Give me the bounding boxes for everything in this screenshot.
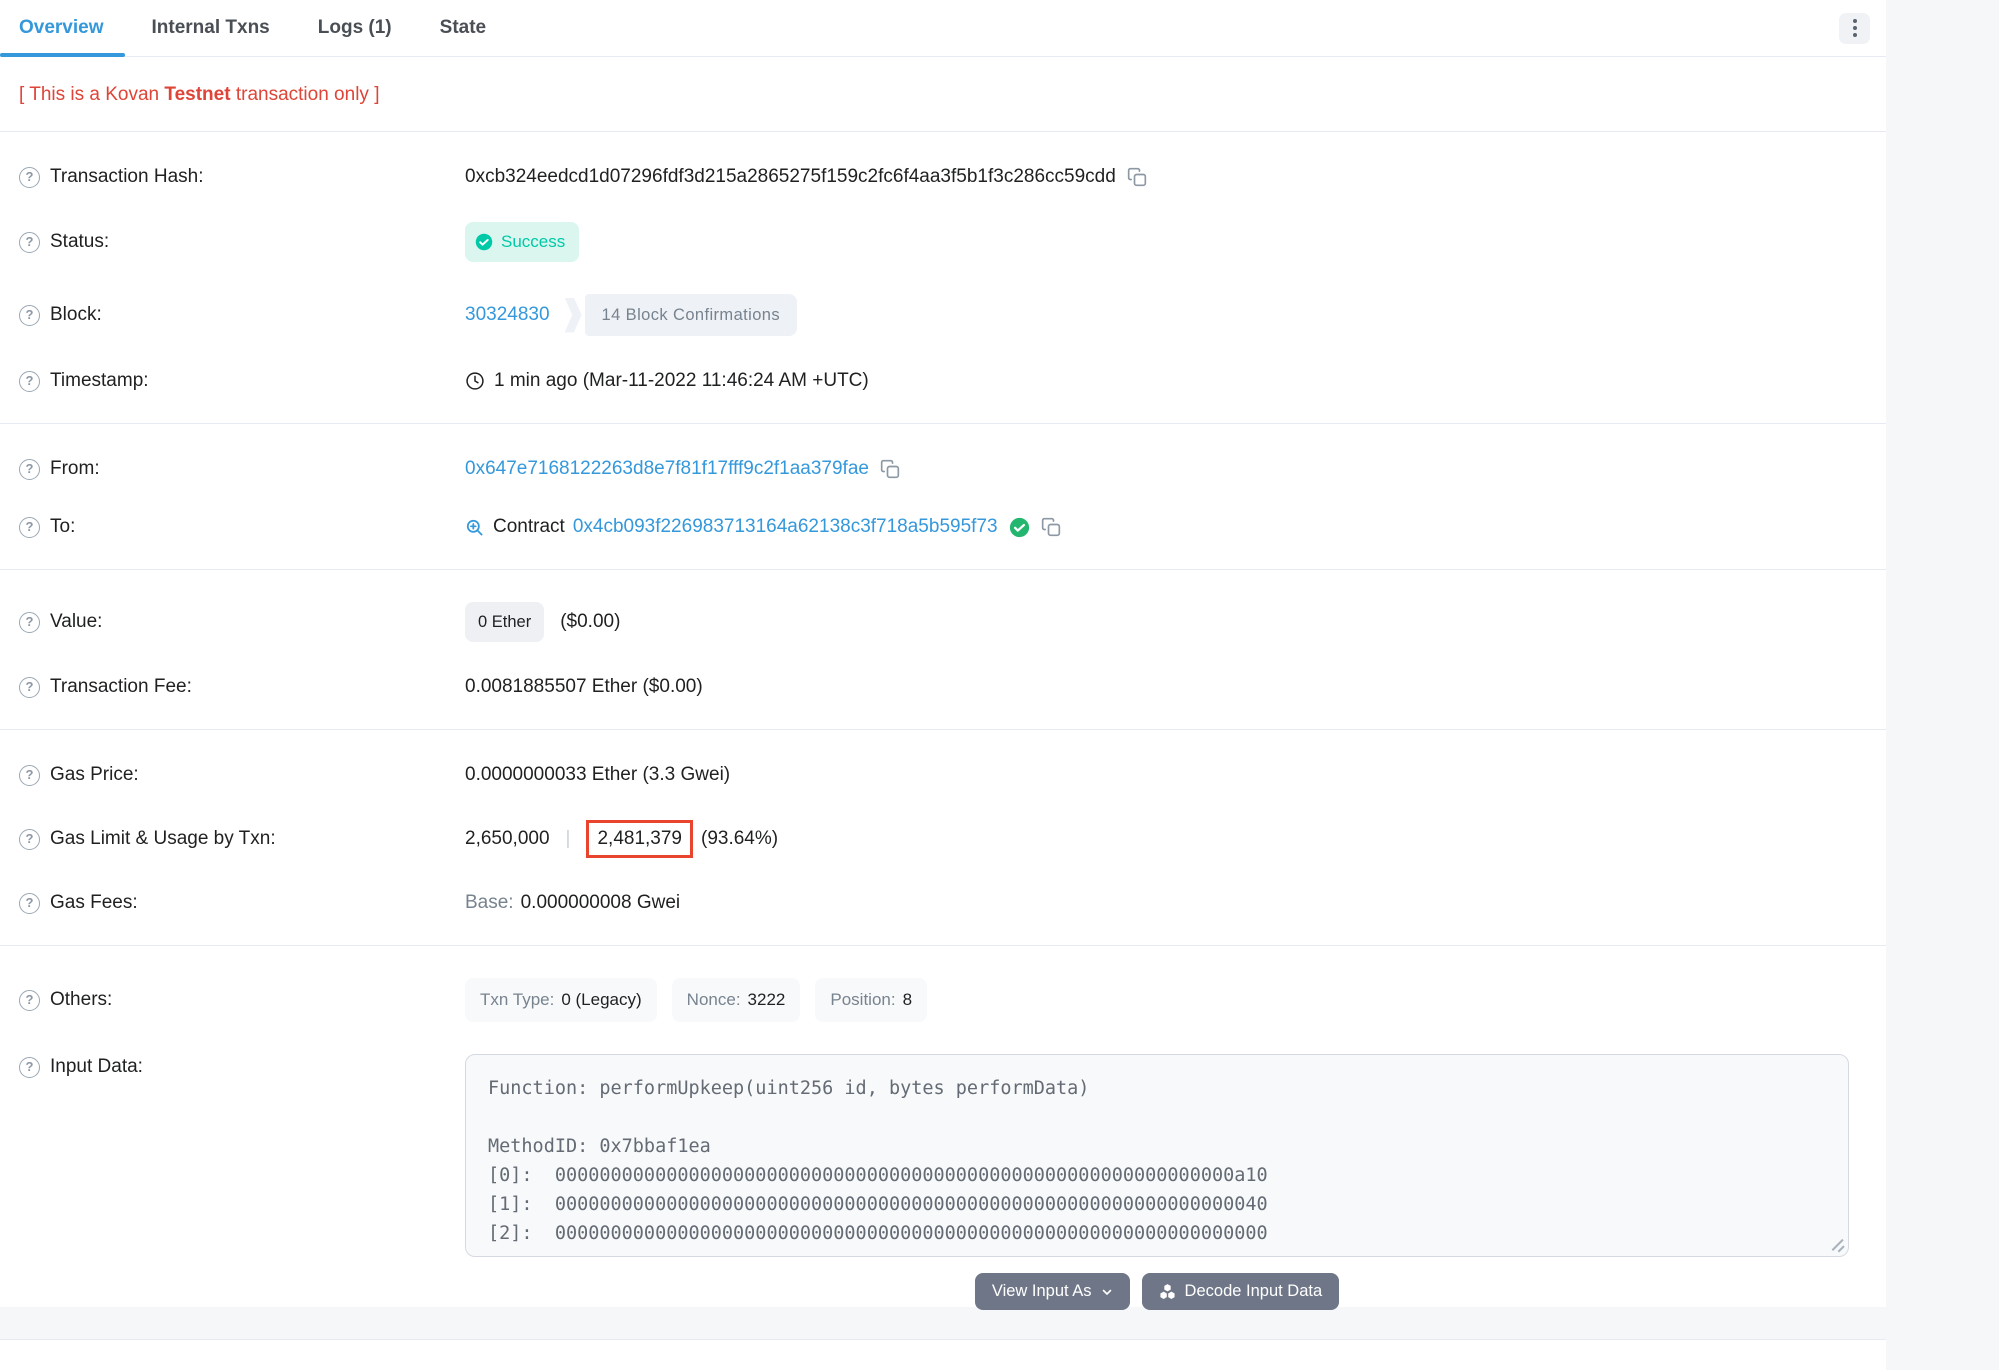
copy-icon[interactable] [1041,517,1061,537]
help-icon[interactable]: ? [19,765,40,786]
section-value: ? Value: 0 Ether ($0.00) ? Transaction F… [0,570,1886,730]
nonce-badge: Nonce: 3222 [672,978,801,1022]
to-contract-word: Contract [493,514,565,540]
timestamp-label: Timestamp: [50,368,149,394]
clock-icon [465,371,485,391]
row-from: ? From: 0x647e7168122263d8e7f81f17fff9c2… [0,440,1886,498]
to-address-link[interactable]: 0x4cb093f226983713164a62138c3f718a5b595f… [573,514,998,540]
chevron-down-icon [1101,1286,1113,1298]
help-icon[interactable]: ? [19,305,40,326]
testnet-warning-suffix: transaction only ] [231,84,380,105]
help-icon[interactable]: ? [19,612,40,633]
row-status: ? Status: Success [0,206,1886,278]
row-gas-limit-usage: ? Gas Limit & Usage by Txn: 2,650,000 | … [0,804,1886,874]
gas-limit-value: 2,650,000 [465,826,550,852]
value-label: Value: [50,609,102,635]
chevron-right-icon [565,298,582,333]
block-label: Block: [50,302,102,328]
decode-input-data-button[interactable]: Decode Input Data [1142,1273,1340,1310]
txn-type-badge: Txn Type: 0 (Legacy) [465,978,657,1022]
tab-internal-txns[interactable]: Internal Txns [131,0,291,56]
gas-separator: | [566,826,571,852]
block-number-link[interactable]: 30324830 [465,302,550,328]
row-gas-fees: ? Gas Fees: Base: 0.000000008 Gwei [0,874,1886,932]
gas-fees-label: Gas Fees: [50,890,138,916]
help-icon[interactable]: ? [19,990,40,1011]
input-data-textarea[interactable]: Function: performUpkeep(uint256 id, byte… [465,1054,1849,1257]
check-circle-icon [475,233,493,251]
copy-icon[interactable] [1127,167,1147,187]
timestamp-value: 1 min ago (Mar-11-2022 11:46:24 AM +UTC) [494,368,869,394]
row-value: ? Value: 0 Ether ($0.00) [0,586,1886,658]
position-badge: Position: 8 [815,978,927,1022]
gas-price-value: 0.0000000033 Ether (3.3 Gwei) [465,762,730,788]
copy-icon[interactable] [880,459,900,479]
kebab-menu-button[interactable] [1839,13,1870,44]
row-transaction-hash: ? Transaction Hash: 0xcb324eedcd1d07296f… [0,148,1886,206]
tab-logs[interactable]: Logs (1) [297,0,413,56]
ether-value-badge: 0 Ether [465,602,544,642]
help-icon[interactable]: ? [19,829,40,850]
testnet-warning-bold: Testnet [164,84,230,105]
from-label: From: [50,456,100,482]
gas-limit-label: Gas Limit & Usage by Txn: [50,826,276,852]
resize-handle[interactable] [1829,1237,1844,1252]
verified-check-icon [1009,517,1030,538]
gas-fees-base-label: Base: [465,890,514,916]
status-value: Success [501,229,565,255]
help-icon[interactable]: ? [19,517,40,538]
help-icon[interactable]: ? [19,1057,40,1078]
to-label: To: [50,514,75,540]
block-confirmations-badge: 14 Block Confirmations [565,294,797,336]
input-data-label: Input Data: [50,1054,143,1080]
tab-state[interactable]: State [419,0,507,56]
testnet-warning: [ This is a Kovan Testnet transaction on… [0,57,1886,132]
testnet-warning-prefix: [ This is a Kovan [19,84,164,105]
row-gas-price: ? Gas Price: 0.0000000033 Ether (3.3 Gwe… [0,746,1886,804]
status-label: Status: [50,229,109,255]
card-bottom-space [0,1340,1886,1370]
from-address-link[interactable]: 0x647e7168122263d8e7f81f17fff9c2f1aa379f… [465,456,869,482]
zoom-in-icon [465,518,484,537]
help-icon[interactable]: ? [19,371,40,392]
input-data-content: Function: performUpkeep(uint256 id, byte… [488,1074,1826,1248]
cubes-icon [1159,1283,1176,1300]
transaction-details-page: { "tabs": { "items": [ { "label": "Overv… [0,0,1999,1307]
value-usd: ($0.00) [560,609,620,635]
row-block: ? Block: 30324830 14 Block Confirmations [0,278,1886,352]
tab-bar: Overview Internal Txns Logs (1) State [0,0,1886,57]
gas-used-percent: (93.64%) [701,826,778,852]
help-icon[interactable]: ? [19,459,40,480]
section-gas: ? Gas Price: 0.0000000033 Ether (3.3 Gwe… [0,730,1886,946]
section-summary: ? Transaction Hash: 0xcb324eedcd1d07296f… [0,132,1886,424]
section-others: ? Others: Txn Type: 0 (Legacy) Nonce: 32… [0,946,1886,1340]
gas-used-annotation-box: 2,481,379 [586,820,693,858]
transaction-overview-card: Overview Internal Txns Logs (1) State [ … [0,0,1886,1307]
transaction-fee-label: Transaction Fee: [50,674,192,700]
gas-fees-base-value: 0.000000008 Gwei [521,890,681,916]
row-others: ? Others: Txn Type: 0 (Legacy) Nonce: 32… [0,962,1886,1038]
transaction-hash-label: Transaction Hash: [50,164,203,190]
help-icon[interactable]: ? [19,167,40,188]
gas-price-label: Gas Price: [50,762,139,788]
status-badge: Success [465,222,579,262]
input-data-actions: View Input As Decode Input Data [975,1273,1339,1310]
help-icon[interactable]: ? [19,232,40,253]
row-transaction-fee: ? Transaction Fee: 0.0081885507 Ether ($… [0,658,1886,716]
help-icon[interactable]: ? [19,677,40,698]
row-timestamp: ? Timestamp: 1 min ago (Mar-11-2022 11:4… [0,352,1886,410]
help-icon[interactable]: ? [19,893,40,914]
transaction-hash-value: 0xcb324eedcd1d07296fdf3d215a2865275f159c… [465,164,1116,190]
section-parties: ? From: 0x647e7168122263d8e7f81f17fff9c2… [0,424,1886,570]
row-input-data: ? Input Data: Function: performUpkeep(ui… [0,1038,1886,1326]
view-input-as-button[interactable]: View Input As [975,1273,1130,1310]
transaction-fee-value: 0.0081885507 Ether ($0.00) [465,674,703,700]
gas-used-value: 2,481,379 [597,828,682,849]
others-label: Others: [50,987,112,1013]
tab-overview[interactable]: Overview [0,0,125,56]
row-to: ? To: Contract 0x4cb093f226983713164a621… [0,498,1886,556]
